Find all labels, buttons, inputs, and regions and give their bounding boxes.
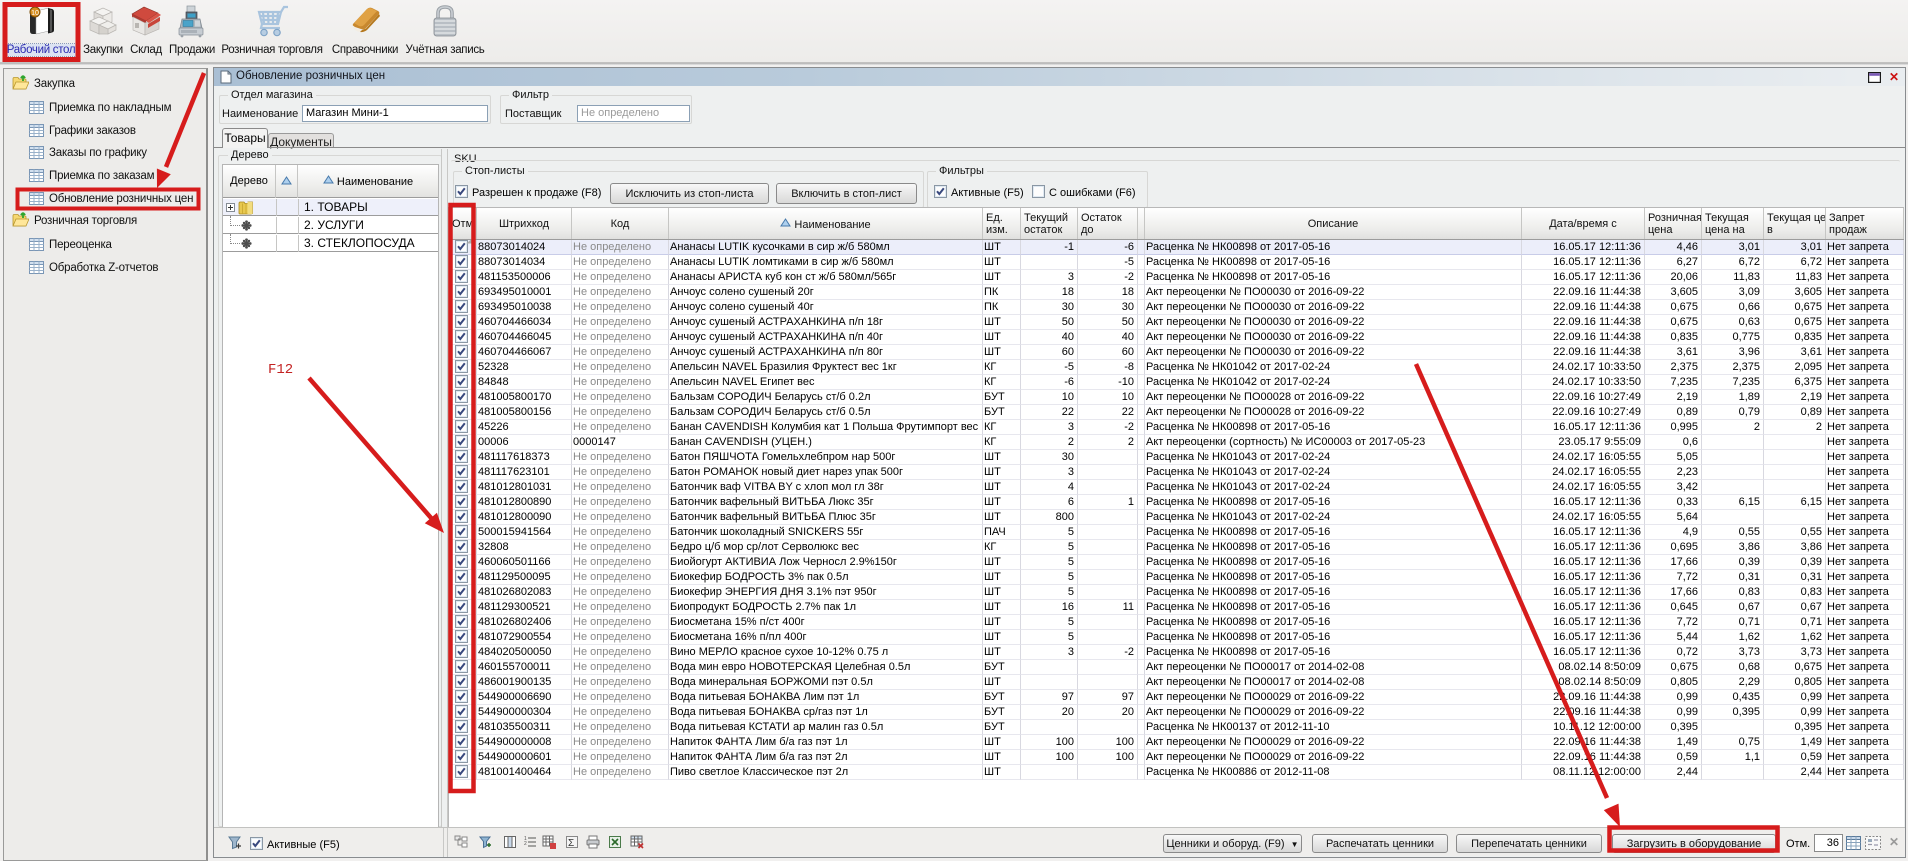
svg-text:Σ: Σ <box>568 838 574 849</box>
svg-text:10: 10 <box>31 10 39 17</box>
svg-text:2: 2 <box>524 841 527 847</box>
